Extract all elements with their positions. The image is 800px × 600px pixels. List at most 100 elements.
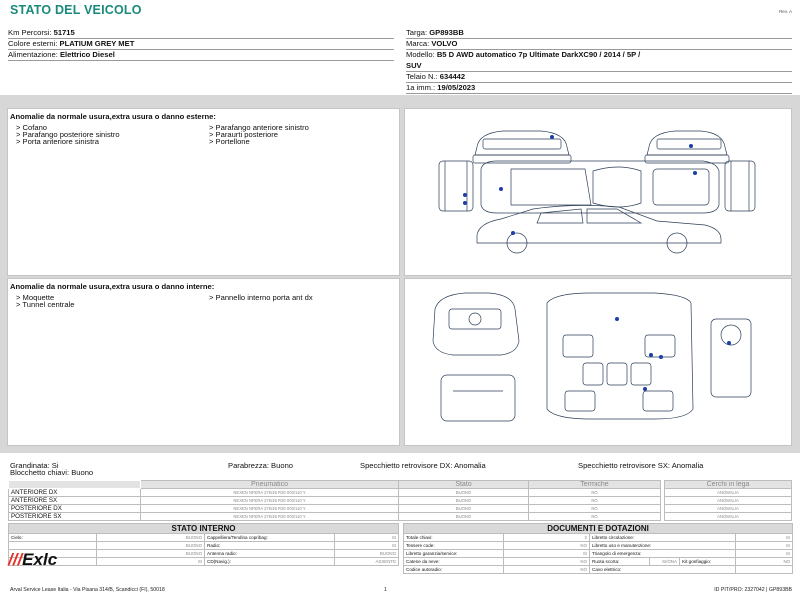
keys-status: Blocchetto chiavi: Buono bbox=[10, 468, 94, 477]
table-row: BUONO Radio: SI bbox=[8, 541, 399, 550]
row-label: Kit gonfiaggio: bbox=[679, 557, 736, 566]
tyres-table: Pneumatico Stato Termiche ANTERIORE DX N… bbox=[8, 480, 661, 521]
model-line: Modello: B5 D AWD automatico 7p Ultimate… bbox=[406, 49, 792, 72]
row-value bbox=[734, 565, 794, 574]
interior-diagram-box bbox=[404, 278, 792, 446]
table-row: ANOMALIA bbox=[664, 496, 792, 505]
row-value: BUONO bbox=[96, 541, 205, 550]
row-value: SI bbox=[734, 541, 794, 550]
table-row: ANOMALIA bbox=[664, 504, 792, 513]
brand-label: Marca: bbox=[406, 39, 430, 48]
exterior-damage-title: Anomalie da normale usura,extra usura o … bbox=[10, 112, 216, 121]
interior-seats-top-view bbox=[546, 292, 694, 420]
interior-damage-title: Anomalie da normale usura,extra usura o … bbox=[10, 282, 215, 291]
table-header-row: STATO INTERNO bbox=[8, 523, 399, 534]
internal-state-table: STATO INTERNO Cielo: BUONO Cappelliera/T… bbox=[8, 523, 399, 566]
row-value: SI bbox=[334, 533, 399, 542]
table-header: Pneumatico bbox=[140, 480, 399, 489]
row-label: Cavo elettrico: bbox=[589, 565, 736, 574]
row-label: Cappelliera/Tendina copribag: bbox=[204, 533, 335, 542]
logo-text: Exlc bbox=[22, 550, 58, 569]
damage-item: > Pannello interno porta ant dx bbox=[209, 293, 313, 302]
car-left-strip bbox=[438, 160, 474, 212]
tyre-winter: NO bbox=[528, 504, 661, 513]
table-row: ANOMALIA bbox=[664, 488, 792, 497]
tyre-position: ANTERIORE SX bbox=[8, 496, 141, 505]
damage-item: > Tunnel centrale bbox=[16, 300, 75, 310]
table-row: Tessere code: NO Libretto uso e manutenz… bbox=[403, 541, 794, 550]
row-value: SI/ONA bbox=[649, 557, 680, 566]
row-label: Ruota scorta: bbox=[589, 557, 650, 566]
row-value: NO bbox=[503, 557, 590, 566]
row-label: Totale chiavi: bbox=[403, 533, 504, 542]
plate-label: Targa: bbox=[406, 28, 428, 37]
row-value: SI bbox=[503, 549, 590, 558]
table-row: POSTERIORE SX NEXEN NFERA 275/45 R20 000… bbox=[8, 512, 661, 521]
windshield-status: Parabrezza: Buono bbox=[228, 461, 294, 470]
tyre-model: NEXEN NFERA 275/45 R20 000/110 Y bbox=[140, 504, 399, 513]
footer-id: ID PIT/PRO: 2327042 | GP893BB bbox=[714, 587, 792, 593]
km-label: Km Percorsi: bbox=[8, 28, 52, 37]
interior-rear-view bbox=[440, 374, 516, 422]
table-header-blank bbox=[8, 480, 141, 489]
tyre-state: BUONO bbox=[398, 512, 529, 521]
table-header-row: DOCUMENTI E DOTAZIONI bbox=[402, 523, 794, 534]
chassis-value: 634442 bbox=[439, 72, 466, 81]
row-label: Radio: bbox=[204, 541, 335, 550]
table-header-row: Cerchi in lega bbox=[664, 480, 792, 489]
car-right-strip bbox=[724, 160, 756, 212]
row-label: Antenna radio: bbox=[204, 549, 335, 558]
interior-steering-view bbox=[710, 318, 752, 398]
car-rear-view bbox=[644, 130, 730, 164]
table-row: Totale chiavi: 2 Libretto circolazione: … bbox=[403, 533, 794, 542]
row-label: Libretto uso e manutenzione: bbox=[589, 541, 736, 550]
color-value: PLATIUM GREY MET bbox=[59, 39, 135, 48]
row-label: Codice autoradio: bbox=[403, 565, 504, 574]
exterior-diagram-box bbox=[404, 108, 792, 276]
table-row: Libretto garanzia/service: SI Triangolo … bbox=[403, 549, 794, 558]
row-value: SI bbox=[334, 541, 399, 550]
rim-state: ANOMALIA bbox=[664, 488, 792, 497]
mirror-dx-status: Specchietto retrovisore DX: Anomalia bbox=[360, 461, 486, 470]
table-row: POSTERIORE DX NEXEN NFERA 275/45 R20 000… bbox=[8, 504, 661, 513]
revision-label: Rev. A bbox=[779, 9, 792, 14]
tyre-position: ANTERIORE DX bbox=[8, 488, 141, 497]
row-label: Triangolo di emergenza: bbox=[589, 549, 736, 558]
model-value-cont: SUV bbox=[406, 61, 422, 70]
damage-item: > Portellone bbox=[209, 137, 250, 147]
row-value: BUONO bbox=[334, 549, 399, 558]
table-row: BUONO Antenna radio: BUONO bbox=[8, 549, 399, 558]
logo-mark: /// bbox=[8, 550, 23, 569]
tyre-position: POSTERIORE SX bbox=[8, 512, 141, 521]
interior-damage-list-left: > Moquette > Tunnel centrale bbox=[16, 294, 75, 310]
table-row: Codice autoradio: NO Cavo elettrico: bbox=[403, 565, 794, 574]
interior-car-diagram bbox=[432, 292, 752, 422]
row-value: SI bbox=[734, 533, 794, 542]
chassis-label: Telaio N.: bbox=[406, 72, 438, 81]
footer-company: Arval Service Lease Italia - Via Pisana … bbox=[10, 587, 165, 593]
model-value: B5 D AWD automatico 7p Ultimate DarkXC90… bbox=[436, 50, 641, 59]
rims-table: Cerchi in lega ANOMALIA ANOMALIA ANOMALI… bbox=[664, 480, 792, 521]
tyre-position: POSTERIORE DX bbox=[8, 504, 141, 513]
model-label: Modello: bbox=[406, 50, 435, 59]
row-label: Libretto garanzia/service: bbox=[403, 549, 504, 558]
table-row: ANTERIORE DX NEXEN NFERA 275/45 R20 000/… bbox=[8, 488, 661, 497]
tyre-winter: NO bbox=[528, 512, 661, 521]
plate-value: GP893BB bbox=[429, 28, 464, 37]
tyre-state: BUONO bbox=[398, 504, 529, 513]
documents-title: DOCUMENTI E DOTAZIONI bbox=[402, 523, 794, 534]
mirror-sx-status: Specchietto retrovisore SX: Anomalia bbox=[578, 461, 704, 470]
fuel-label: Alimentazione: bbox=[8, 50, 58, 59]
tyre-state: BUONO bbox=[398, 488, 529, 497]
rim-state: ANOMALIA bbox=[664, 504, 792, 513]
row-value: BUONO bbox=[96, 533, 205, 542]
page-title: STATO DEL VEICOLO bbox=[10, 3, 142, 17]
km-value: 51715 bbox=[53, 28, 75, 37]
car-front-view bbox=[472, 130, 572, 164]
table-row: SI CD(Navig.): ASSENTE bbox=[8, 557, 399, 566]
exterior-damage-list-right: > Parafango anteriore sinistro > Paraurt… bbox=[209, 124, 309, 146]
row-value: NO bbox=[734, 557, 794, 566]
table-row: ANOMALIA bbox=[664, 512, 792, 521]
rim-state: ANOMALIA bbox=[664, 512, 792, 521]
registration-label: 1a imm.: bbox=[406, 83, 436, 92]
